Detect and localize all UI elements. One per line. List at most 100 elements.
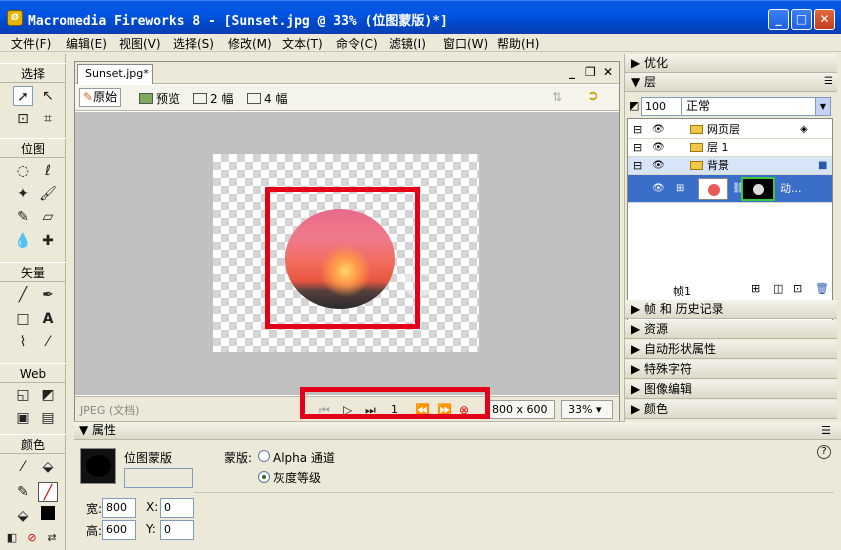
hide-slices-icon[interactable]: ▣ — [13, 408, 33, 428]
view-original-button[interactable]: ✎原始 — [79, 88, 122, 107]
layers-panel-header[interactable]: ▼ 层 ☰ — [625, 73, 837, 92]
menu-view[interactable]: 视图(V) — [119, 35, 161, 52]
menu-select[interactable]: 选择(S) — [173, 35, 214, 52]
crop-tool-icon[interactable]: ⌗ — [38, 109, 58, 129]
freeform-tool-icon[interactable]: ⌇ — [13, 332, 33, 352]
stroke-color-swatch[interactable]: ╱ — [38, 482, 58, 502]
menu-help[interactable]: 帮助(H) — [497, 35, 539, 52]
chevron-down-icon: ▼ — [815, 98, 830, 115]
layer-row-object[interactable]: 👁 ⊞ ⛓ 动... — [628, 175, 832, 203]
menu-file[interactable]: 文件(F) — [11, 35, 51, 52]
collapse-icon[interactable]: ⊟ — [633, 121, 642, 139]
menu-text[interactable]: 文本(T) — [282, 35, 323, 52]
special-chars-panel-header[interactable]: ▶ 特殊字符 — [625, 360, 837, 379]
canvas-size-box[interactable]: 800 x 600 — [485, 400, 555, 419]
add-mask-icon[interactable]: ◫ — [773, 282, 783, 295]
magic-wand-tool-icon[interactable]: ✦ — [13, 184, 33, 204]
menu-modify[interactable]: 修改(M) — [228, 35, 272, 52]
document-tab[interactable]: Sunset.jpg* — [77, 64, 153, 84]
marquee-tool-icon[interactable]: ◌ — [13, 161, 33, 181]
send-to-icon[interactable]: ➲ — [587, 88, 599, 104]
stroke-color-icon[interactable]: ✎ — [13, 482, 33, 502]
pencil-tool-icon[interactable]: ✎ — [13, 207, 33, 227]
eyedropper-tool-icon[interactable]: ⁄ — [13, 457, 33, 477]
no-color-icon[interactable]: ⊘ — [22, 528, 42, 548]
width-input[interactable]: 800 — [102, 498, 136, 518]
pen-tool-icon[interactable]: ✒ — [38, 285, 58, 305]
maximize-button[interactable]: □ — [791, 9, 812, 30]
menu-filters[interactable]: 滤镜(I) — [389, 35, 426, 52]
menu-window[interactable]: 窗口(W) — [443, 35, 488, 52]
mask-type-label: 蒙版: — [224, 451, 253, 465]
image-edit-panel-header[interactable]: ▶ 图像编辑 — [625, 380, 837, 399]
rubber-stamp-tool-icon[interactable]: ✚ — [38, 231, 58, 251]
height-input[interactable]: 600 — [102, 520, 136, 540]
help-icon[interactable]: ? — [817, 445, 831, 459]
opacity-input[interactable]: 100 — [641, 97, 685, 116]
menu-commands[interactable]: 命令(C) — [336, 35, 378, 52]
blend-mode-select[interactable]: 正常 ▼ — [681, 97, 831, 116]
zoom-select[interactable]: 33% ▾ — [561, 400, 613, 419]
autoshape-panel-header[interactable]: ▶ 自动形状属性 — [625, 340, 837, 359]
grayscale-radio[interactable] — [258, 471, 270, 483]
minimize-button[interactable]: _ — [768, 9, 789, 30]
mask-name-input[interactable] — [124, 468, 193, 488]
optimize-panel-header[interactable]: ▶ 优化 — [625, 54, 837, 73]
swap-colors-icon[interactable]: ⇄ — [42, 528, 62, 548]
layer-row-background[interactable]: ⊟ 👁 背景 ■ — [628, 157, 832, 175]
hotspot-tool-icon[interactable]: ◱ — [13, 385, 33, 405]
collapse-icon[interactable]: ⊟ — [633, 139, 642, 157]
new-subfolder-icon[interactable]: ⊞ — [751, 282, 760, 295]
assets-panel-header[interactable]: ▶ 资源 — [625, 320, 837, 339]
doc-restore-icon[interactable]: ❐ — [585, 65, 596, 79]
canvas-area[interactable]: G — [75, 112, 619, 395]
rectangle-tool-icon[interactable]: □ — [13, 309, 33, 329]
right-panels: ▶ 优化 ▼ 层 ☰ ◩ 100 正常 ▼ ⊟ 👁 网页层 ◈ ⊟ 👁 层 1 ⊟… — [624, 54, 841, 422]
lasso-tool-icon[interactable]: ℓ — [38, 161, 58, 181]
frames-history-panel-header[interactable]: ▶ 帧 和 历史记录 — [625, 300, 837, 319]
quick-export-icon[interactable]: ⇅ — [552, 90, 562, 104]
scale-tool-icon[interactable]: ⊡ — [13, 109, 33, 129]
menu-edit[interactable]: 编辑(E) — [66, 35, 107, 52]
line-tool-icon[interactable]: ╱ — [13, 285, 33, 305]
properties-header[interactable]: ▼ 属性 — [74, 422, 841, 440]
view-preview-button[interactable]: 预览 — [139, 90, 180, 107]
knife-tool-icon[interactable]: ⁄ — [38, 332, 58, 352]
pointer-tool-icon[interactable]: ➚ — [13, 86, 33, 106]
eye-icon[interactable]: 👁 — [652, 180, 665, 198]
blur-tool-icon[interactable]: 💧 — [13, 231, 33, 251]
paint-bucket-tool-icon[interactable]: ⬙ — [38, 457, 58, 477]
fill-color-swatch[interactable] — [38, 506, 58, 526]
panel-options-icon[interactable]: ☰ — [821, 424, 831, 437]
eraser-tool-icon[interactable]: ▱ — [38, 207, 58, 227]
close-button[interactable]: ✕ — [814, 9, 835, 30]
collapse-icon[interactable]: ⊟ — [633, 157, 642, 175]
tools-section-select: 选择 — [0, 63, 66, 83]
eye-icon[interactable]: 👁 — [652, 121, 665, 139]
eye-icon[interactable]: 👁 — [652, 157, 665, 175]
alpha-channel-radio[interactable] — [258, 450, 270, 462]
view-4up-button[interactable]: 4 幅 — [247, 90, 287, 107]
brush-tool-icon[interactable]: 🖌 — [38, 184, 58, 204]
y-input[interactable]: 0 — [160, 520, 194, 540]
slice-tool-icon[interactable]: ◩ — [38, 385, 58, 405]
mask-thumbnail-layer[interactable] — [741, 177, 775, 201]
text-tool-icon[interactable]: A — [38, 309, 58, 329]
doc-close-icon[interactable]: ✕ — [603, 65, 613, 79]
x-input[interactable]: 0 — [160, 498, 194, 518]
lock-icon[interactable]: ⊞ — [676, 180, 684, 198]
fill-color-icon[interactable]: ⬙ — [13, 506, 33, 526]
subselect-tool-icon[interactable]: ↖ — [38, 86, 58, 106]
new-layer-icon[interactable]: ⊡ — [793, 282, 802, 295]
highlight-box-playback — [300, 387, 490, 419]
color-panel-header[interactable]: ▶ 颜色 — [625, 400, 837, 419]
default-colors-icon[interactable]: ◧ — [2, 528, 22, 548]
doc-minimize-icon[interactable]: _ — [569, 65, 575, 79]
layer-row-web[interactable]: ⊟ 👁 网页层 ◈ — [628, 121, 832, 139]
layer-row-layer1[interactable]: ⊟ 👁 层 1 — [628, 139, 832, 157]
trash-icon[interactable]: 🗑 — [815, 282, 829, 295]
layers-options-icon[interactable]: ☰ — [824, 73, 833, 91]
show-slices-icon[interactable]: ▤ — [38, 408, 58, 428]
view-2up-button[interactable]: 2 幅 — [193, 90, 233, 107]
eye-icon[interactable]: 👁 — [652, 139, 665, 157]
